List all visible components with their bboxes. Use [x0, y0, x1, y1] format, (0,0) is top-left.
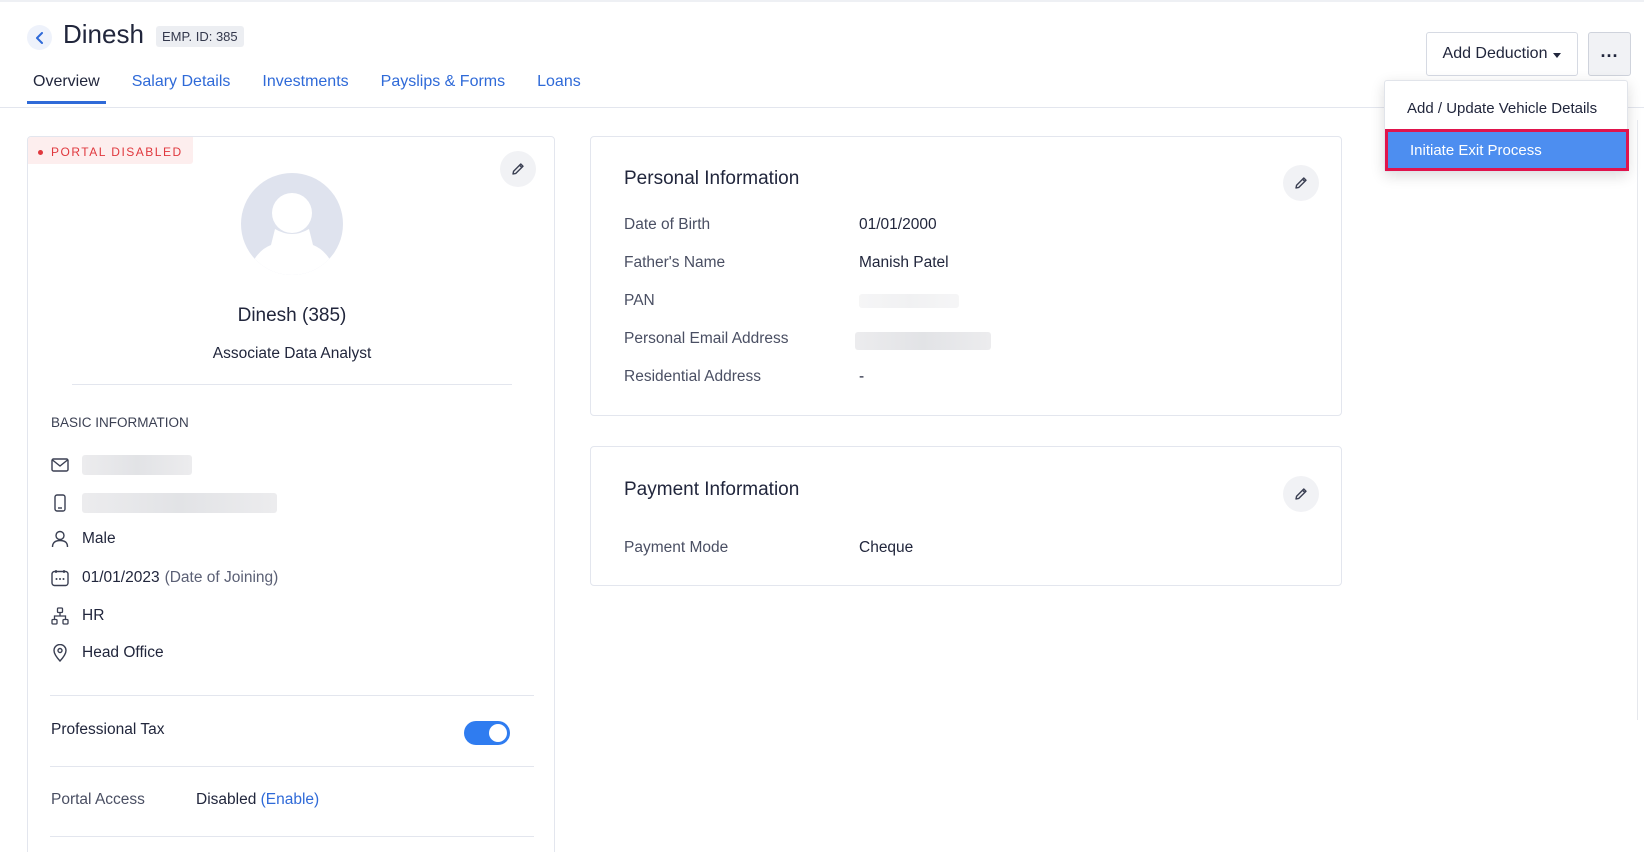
org-chart-icon — [50, 606, 70, 626]
redacted-pan — [859, 294, 959, 308]
more-options-label: ... — [1600, 40, 1619, 61]
tab-investments[interactable]: Investments — [256, 70, 354, 104]
redacted-email — [82, 455, 192, 475]
residential-address-label: Residential Address — [624, 368, 761, 385]
menu-item-update-vehicle-details[interactable]: Add / Update Vehicle Details — [1385, 88, 1627, 128]
divider — [50, 766, 534, 767]
portal-access-value: Disabled — [196, 791, 257, 808]
pencil-icon — [1295, 488, 1307, 500]
mail-icon — [50, 455, 70, 475]
location-row: Head Office — [50, 643, 164, 663]
personal-email-value-redacted — [855, 332, 991, 350]
add-deduction-label: Add Deduction — [1442, 45, 1548, 62]
mobile-icon — [50, 493, 70, 513]
enable-portal-link[interactable]: (Enable) — [261, 791, 320, 808]
avatar — [241, 173, 343, 275]
joining-date-row: 01/01/2023 (Date of Joining) — [50, 568, 278, 588]
tab-bar: Overview Salary Details Investments Pays… — [27, 70, 607, 104]
add-deduction-button[interactable]: Add Deduction — [1426, 32, 1578, 76]
payment-information-title: Payment Information — [624, 479, 800, 500]
status-dot-icon — [38, 149, 43, 155]
professional-tax-label: Professional Tax — [51, 721, 165, 738]
pencil-icon — [1295, 177, 1307, 189]
portal-status-badge: PORTAL DISABLED — [28, 137, 193, 164]
personal-information-card: Personal Information Date of Birth 01/01… — [590, 136, 1342, 416]
user-icon — [50, 529, 70, 549]
pan-value-redacted — [859, 294, 959, 308]
scrollbar[interactable] — [1637, 120, 1638, 720]
divider — [50, 836, 534, 837]
portal-access-label: Portal Access — [51, 791, 145, 808]
edit-payment-information-button[interactable] — [1283, 476, 1319, 512]
redacted-phone — [82, 493, 277, 513]
back-button[interactable] — [27, 25, 52, 50]
pan-label: PAN — [624, 292, 655, 309]
divider — [50, 695, 534, 696]
email-row — [50, 455, 192, 475]
profile-designation: Associate Data Analyst — [212, 345, 372, 362]
payment-mode-label: Payment Mode — [624, 539, 729, 556]
divider — [72, 384, 512, 385]
professional-tax-toggle[interactable] — [464, 721, 510, 745]
department-row: HR — [50, 606, 104, 626]
fathers-name-value: Manish Patel — [859, 254, 949, 271]
toggle-knob — [489, 724, 507, 742]
pencil-icon — [512, 163, 524, 175]
location-value: Head Office — [82, 644, 164, 661]
chevron-left-icon — [35, 31, 43, 44]
residential-address-value: - — [859, 368, 865, 385]
gender-row: Male — [50, 529, 116, 549]
page-title: Dinesh — [63, 19, 144, 49]
employee-id-badge: EMP. ID: 385 — [156, 26, 244, 47]
calendar-icon — [50, 568, 70, 588]
profile-card: PORTAL DISABLED Dinesh (385) Associate D… — [27, 136, 555, 852]
tab-loans[interactable]: Loans — [531, 70, 587, 104]
caret-down-icon — [1553, 52, 1562, 58]
date-of-birth-label: Date of Birth — [624, 216, 711, 233]
personal-information-title: Personal Information — [624, 168, 800, 189]
more-options-button[interactable]: ... — [1588, 32, 1631, 76]
edit-personal-information-button[interactable] — [1283, 165, 1319, 201]
phone-row — [50, 493, 277, 513]
menu-item-initiate-exit-process[interactable]: Initiate Exit Process — [1385, 129, 1629, 171]
redacted-personal-email — [855, 332, 991, 350]
more-options-menu: Add / Update Vehicle Details Initiate Ex… — [1384, 80, 1629, 172]
tab-overview[interactable]: Overview — [27, 70, 106, 104]
basic-information-heading: BASIC INFORMATION — [51, 415, 189, 430]
profile-name: Dinesh (385) — [237, 305, 347, 326]
payment-information-card: Payment Information Payment Mode Cheque — [590, 446, 1342, 586]
edit-profile-button[interactable] — [500, 151, 536, 187]
department-value: HR — [82, 607, 105, 624]
portal-access-value-group: Disabled (Enable) — [196, 791, 319, 809]
location-pin-icon — [50, 643, 70, 663]
joining-date-value: 01/01/2023 — [82, 569, 160, 586]
fathers-name-label: Father's Name — [624, 254, 726, 271]
gender-value: Male — [82, 530, 116, 547]
payment-mode-value: Cheque — [859, 539, 914, 556]
personal-email-label: Personal Email Address — [624, 330, 789, 347]
tab-payslips-forms[interactable]: Payslips & Forms — [375, 70, 511, 104]
joining-date-suffix: (Date of Joining) — [164, 569, 279, 586]
tab-salary-details[interactable]: Salary Details — [126, 70, 237, 104]
portal-status-text: PORTAL DISABLED — [51, 145, 183, 159]
date-of-birth-value: 01/01/2000 — [859, 216, 937, 233]
